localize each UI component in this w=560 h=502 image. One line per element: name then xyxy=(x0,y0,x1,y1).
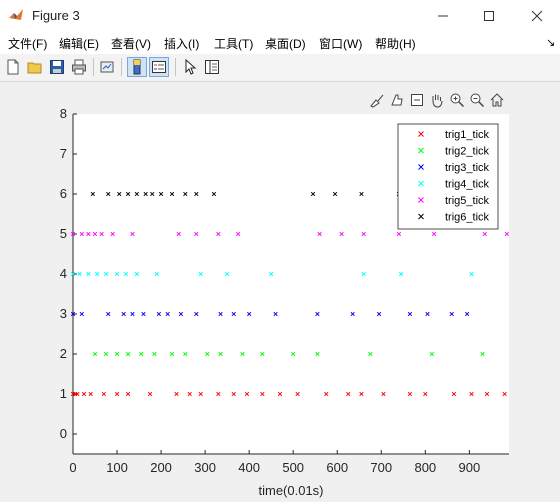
legend-entry: trig4_tick xyxy=(445,179,490,191)
menu-tools[interactable]: 工具(T) xyxy=(214,35,253,52)
y-tick-label: 7 xyxy=(60,146,67,161)
toolbar-separator xyxy=(93,58,94,76)
y-tick-label: 0 xyxy=(60,426,67,441)
zoom-in-icon[interactable] xyxy=(449,92,465,108)
pan-icon[interactable] xyxy=(429,92,445,108)
property-inspector-icon xyxy=(205,60,219,74)
link-plot-icon xyxy=(100,61,114,73)
legend-icon xyxy=(152,61,166,73)
print-icon xyxy=(72,59,86,75)
x-tick-label: 100 xyxy=(106,460,128,475)
minimize-button[interactable] xyxy=(420,0,466,32)
title-bar: Figure 3 xyxy=(0,0,560,32)
y-tick-label: 4 xyxy=(60,266,67,281)
x-tick-label: 300 xyxy=(194,460,216,475)
plot-svg: 0 1 2 3 4 5 6 7 8 0 100 200 300 400 500 600 700 800 900 t… xyxy=(60,106,509,498)
legend-entry: trig6_tick xyxy=(445,212,490,224)
figure-toolbar xyxy=(0,54,560,82)
legend-button[interactable] xyxy=(149,57,169,77)
dock-arrow-icon[interactable]: ↘ xyxy=(546,36,555,49)
brush-icon[interactable] xyxy=(369,92,385,108)
menu-help[interactable]: 帮助(H) xyxy=(375,35,416,52)
link-plot-button[interactable] xyxy=(97,57,117,77)
x-axis-label: time(0.01s) xyxy=(258,483,323,498)
x-tick-label: 800 xyxy=(414,460,436,475)
maximize-icon xyxy=(484,11,494,21)
legend-entry: trig1_tick xyxy=(445,129,490,141)
colorbar-icon xyxy=(133,59,141,75)
property-inspector-button[interactable] xyxy=(202,57,222,77)
window-title: Figure 3 xyxy=(32,8,80,23)
y-tick-label: 5 xyxy=(60,226,67,241)
save-button[interactable] xyxy=(47,57,67,77)
edit-plot-icon xyxy=(185,59,197,75)
matlab-logo-icon xyxy=(9,9,23,20)
home-icon[interactable] xyxy=(489,92,505,108)
edit-plot-button[interactable] xyxy=(180,57,200,77)
y-tick-label: 3 xyxy=(60,306,67,321)
x-tick-label: 700 xyxy=(370,460,392,475)
close-icon xyxy=(531,10,543,22)
menu-desktop[interactable]: 桌面(D) xyxy=(265,35,306,52)
export-icon[interactable] xyxy=(409,92,425,108)
toolbar-separator xyxy=(175,58,176,76)
y-tick-label: 8 xyxy=(60,106,67,121)
legend[interactable]: trig1_tick trig2_tick trig3_tick trig4_tick… xyxy=(397,123,499,230)
menu-insert[interactable]: 插入(I) xyxy=(164,35,199,52)
x-tick-label: 600 xyxy=(326,460,348,475)
menu-file[interactable]: 文件(F) xyxy=(8,35,47,52)
colorbar-button[interactable] xyxy=(127,57,147,77)
legend-entry: trig2_tick xyxy=(445,146,490,158)
new-figure-button[interactable] xyxy=(3,57,23,77)
menu-bar: 文件(F) 编辑(E) 查看(V) 插入(I) 工具(T) 桌面(D) 窗口(W… xyxy=(0,32,560,54)
legend-entry: trig3_tick xyxy=(445,162,490,174)
x-tick-label: 200 xyxy=(150,460,172,475)
figure-canvas: 0 1 2 3 4 5 6 7 8 0 100 200 300 400 500 600 700 800 900 t… xyxy=(0,82,560,502)
y-tick-label: 6 xyxy=(60,186,67,201)
open-file-icon xyxy=(27,62,42,74)
toolbar-separator xyxy=(121,58,122,76)
y-tick-label: 2 xyxy=(60,346,67,361)
save-icon xyxy=(50,60,64,74)
legend-entry: trig5_tick xyxy=(445,195,490,207)
print-button[interactable] xyxy=(69,57,89,77)
x-tick-label: 900 xyxy=(459,460,481,475)
menu-window[interactable]: 窗口(W) xyxy=(319,35,362,52)
data-tip-icon[interactable] xyxy=(389,92,405,108)
zoom-out-icon[interactable] xyxy=(469,92,485,108)
x-tick-label: 0 xyxy=(69,460,76,475)
new-figure-icon xyxy=(7,59,19,75)
minimize-icon xyxy=(438,15,448,17)
x-tick-label: 500 xyxy=(282,460,304,475)
menu-view[interactable]: 查看(V) xyxy=(111,35,151,52)
figure-window: Figure 3 文件(F) 编辑(E) 查看(V) 插入(I) 工具(T) 桌… xyxy=(0,0,560,502)
open-file-button[interactable] xyxy=(25,57,45,77)
maximize-button[interactable] xyxy=(466,0,512,32)
x-tick-label: 400 xyxy=(238,460,260,475)
y-tick-label: 1 xyxy=(60,386,67,401)
menu-edit[interactable]: 编辑(E) xyxy=(59,35,99,52)
close-button[interactable] xyxy=(514,0,560,32)
